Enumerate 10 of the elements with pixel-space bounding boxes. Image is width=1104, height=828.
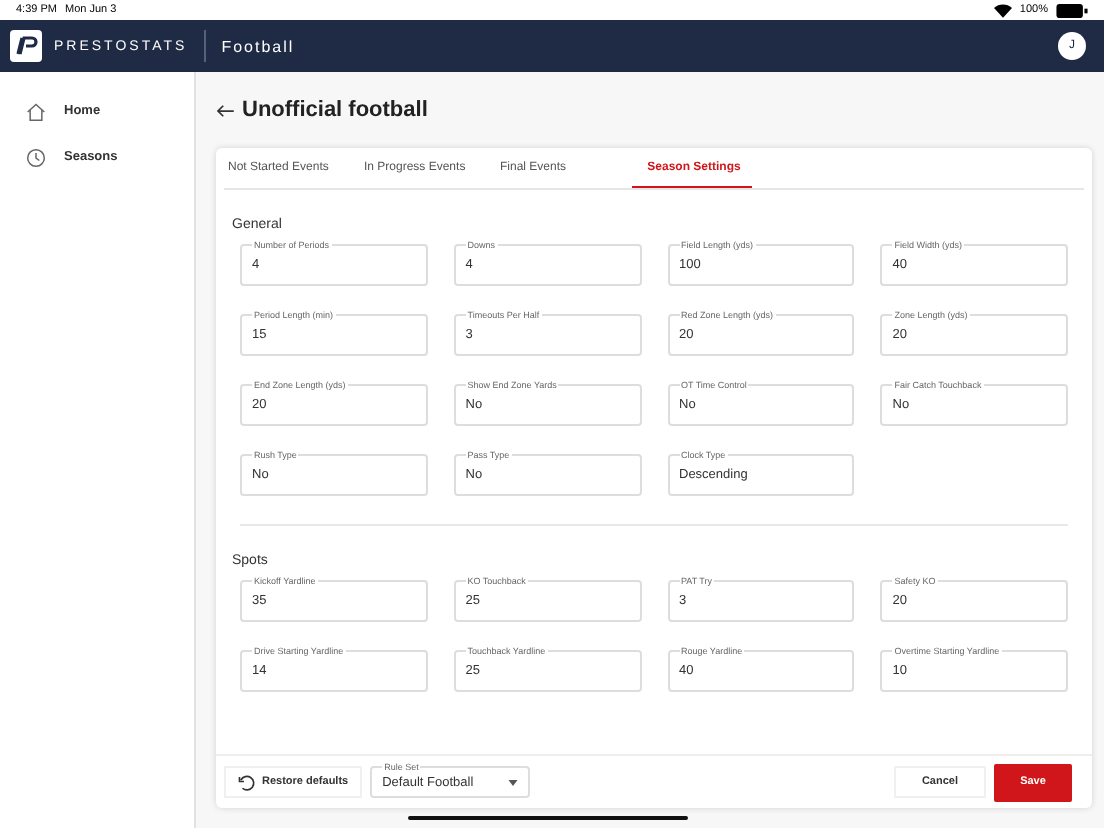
logo-icon [10, 30, 42, 62]
wifi-icon [993, 3, 1012, 17]
battery-icon [1056, 3, 1088, 17]
sport-title: Football [221, 37, 295, 55]
page-title: Unofficial football [242, 98, 428, 122]
back-arrow-icon[interactable] [216, 103, 234, 117]
caret-icon [508, 779, 519, 785]
home-icon [26, 101, 46, 121]
clock-icon [26, 147, 46, 167]
restore-icon [238, 773, 256, 791]
